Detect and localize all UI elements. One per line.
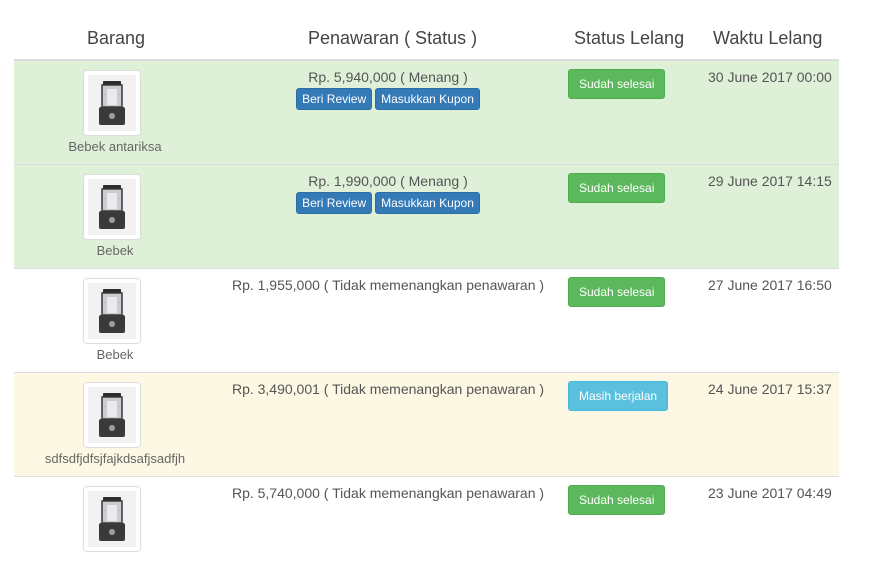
food-processor-icon [99, 185, 125, 229]
table-row: Bebek Rp. 1,955,000 ( Tidak memenangkan … [14, 268, 839, 372]
table-row: Bebek Rp. 1,990,000 ( Menang ) Beri Revi… [14, 164, 839, 268]
auction-history-table: Barang Penawaran ( Status ) Status Lelan… [14, 0, 839, 580]
table-row: Rp. 5,740,000 ( Tidak memenangkan penawa… [14, 476, 839, 580]
review-button[interactable]: Beri Review [296, 88, 373, 110]
table-header: Barang Penawaran ( Status ) Status Lelan… [14, 0, 839, 61]
offer-text: Rp. 3,490,001 ( Tidak memenangkan penawa… [231, 381, 545, 397]
offer-cell: Rp. 1,955,000 ( Tidak memenangkan penawa… [221, 277, 555, 293]
food-processor-icon [99, 81, 125, 125]
product-name[interactable]: Bebek [14, 243, 216, 258]
header-item: Barang [87, 28, 146, 48]
food-processor-icon [99, 497, 125, 541]
status-badge: Sudah selesai [568, 69, 666, 99]
status-badge: Sudah selesai [568, 277, 666, 307]
offer-text: Rp. 1,955,000 ( Tidak memenangkan penawa… [231, 277, 545, 293]
review-button[interactable]: Beri Review [296, 192, 373, 214]
product-thumbnail[interactable] [83, 174, 141, 240]
food-processor-icon [99, 289, 125, 333]
status-badge: Sudah selesai [568, 173, 666, 203]
offer-cell: Rp. 5,740,000 ( Tidak memenangkan penawa… [221, 485, 555, 501]
product-name[interactable]: Bebek [14, 347, 216, 362]
header-auction-status: Status Lelang [574, 28, 685, 48]
auction-time: 24 June 2017 15:37 [708, 381, 832, 397]
product-name[interactable]: sdfsdfjdfsjfajkdsafjsadfjh [14, 451, 216, 466]
product-thumbnail[interactable] [83, 382, 141, 448]
offer-cell: Rp. 5,940,000 ( Menang ) Beri Review Mas… [221, 69, 555, 110]
product-thumbnail[interactable] [83, 486, 141, 552]
auction-time: 30 June 2017 00:00 [708, 69, 832, 85]
table-row: sdfsdfjdfsjfajkdsafjsadfjh Rp. 3,490,001… [14, 372, 839, 476]
coupon-button[interactable]: Masukkan Kupon [375, 88, 480, 110]
auction-time: 23 June 2017 04:49 [708, 485, 832, 501]
offer-cell: Rp. 1,990,000 ( Menang ) Beri Review Mas… [221, 173, 555, 214]
offer-text: Rp. 5,940,000 ( Menang ) [308, 69, 468, 85]
status-badge: Sudah selesai [568, 485, 666, 515]
auction-time: 27 June 2017 16:50 [708, 277, 832, 293]
offer-cell: Rp. 3,490,001 ( Tidak memenangkan penawa… [221, 381, 555, 397]
coupon-button[interactable]: Masukkan Kupon [375, 192, 480, 214]
auction-time: 29 June 2017 14:15 [708, 173, 832, 189]
product-thumbnail[interactable] [83, 70, 141, 136]
offer-text: Rp. 5,740,000 ( Tidak memenangkan penawa… [231, 485, 545, 501]
status-badge: Masih berjalan [568, 381, 669, 411]
food-processor-icon [99, 393, 125, 437]
table-row: Bebek antariksa Rp. 5,940,000 ( Menang )… [14, 61, 839, 164]
product-thumbnail[interactable] [83, 278, 141, 344]
header-offer: Penawaran ( Status ) [308, 28, 478, 48]
header-auction-time: Waktu Lelang [713, 28, 823, 48]
product-name[interactable]: Bebek antariksa [14, 139, 216, 154]
offer-text: Rp. 1,990,000 ( Menang ) [308, 173, 468, 189]
